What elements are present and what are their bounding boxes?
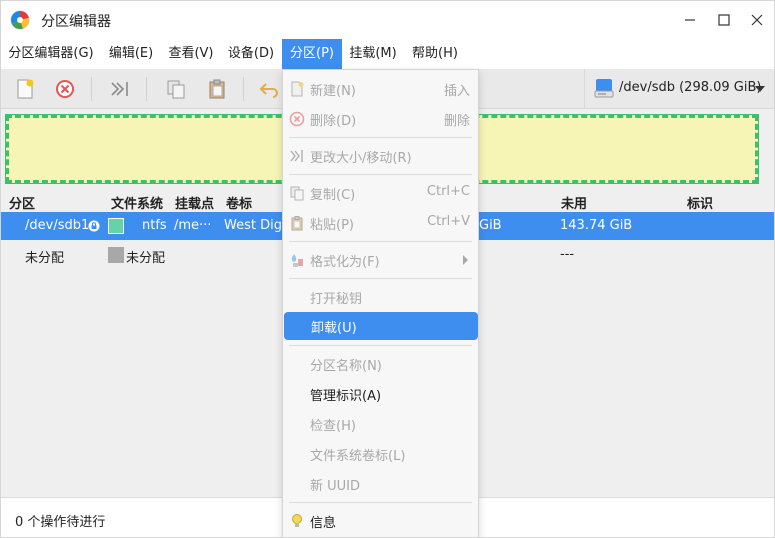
column-filesystem[interactable]: 文件系统 — [111, 193, 163, 212]
menu-edit[interactable]: 编辑(E) — [101, 39, 161, 69]
menu-separator — [289, 345, 472, 346]
partition-name: /dev/sdb1 — [25, 218, 90, 233]
close-button[interactable] — [747, 10, 767, 30]
menu-item-new[interactable]: 新建(N) 插入 — [283, 75, 478, 103]
undo-button[interactable] — [257, 77, 281, 101]
unused-value: --- — [560, 247, 575, 262]
delete-partition-button[interactable] — [53, 77, 77, 101]
pending-operations-text: 0 个操作待进行 — [15, 515, 106, 530]
menu-item-manage-flags[interactable]: 管理标识(A) — [283, 380, 478, 408]
menu-item-partition-name[interactable]: 分区名称(N) — [283, 350, 478, 378]
menu-item-filesystem-label[interactable]: 文件系统卷标(L) — [283, 440, 478, 468]
filesystem-color-swatch — [108, 218, 124, 234]
menu-view[interactable]: 查看(V) — [161, 39, 221, 69]
toolbar-separator — [146, 77, 147, 101]
label-value: West Digi — [224, 218, 286, 233]
menu-item-information[interactable]: 信息 — [283, 507, 478, 535]
menu-separator — [289, 174, 472, 175]
minimize-button[interactable] — [680, 10, 700, 30]
app-window: 分区编辑器 分区编辑器(G) 编辑(E) 查看(V) 设备(D) 分区(P) 挂… — [0, 0, 775, 538]
submenu-arrow-icon — [463, 255, 468, 265]
lightbulb-icon — [289, 513, 305, 529]
menu-item-open-key[interactable]: 打开秘钥 — [283, 283, 478, 311]
filesystem-color-swatch — [108, 247, 124, 263]
menu-item-paste[interactable]: 粘贴(P) Ctrl+V — [283, 209, 478, 237]
menu-item-check[interactable]: 检查(H) — [283, 410, 478, 438]
menu-separator — [289, 278, 472, 279]
used-value: GiB — [479, 218, 502, 233]
menu-partition[interactable]: 分区(P) — [282, 39, 342, 69]
resize-icon — [289, 148, 305, 164]
chevron-down-icon — [755, 86, 765, 92]
menu-bar: 分区编辑器(G) 编辑(E) 查看(V) 设备(D) 分区(P) 挂载(M) 帮… — [1, 39, 774, 69]
menu-item-format-as[interactable]: 格式化为(F) — [283, 246, 478, 274]
paste-icon — [209, 79, 225, 99]
filesystem-value: 未分配 — [126, 251, 166, 266]
device-selector[interactable]: /dev/sdb (298.09 GiB) — [584, 69, 774, 108]
menu-separator — [289, 502, 472, 503]
new-partition-button[interactable] — [13, 77, 37, 101]
title-bar: 分区编辑器 — [1, 1, 774, 39]
copy-button[interactable] — [164, 77, 188, 101]
menu-item-unmount[interactable]: 卸载(U) — [284, 312, 478, 340]
menu-item-copy[interactable]: 复制(C) Ctrl+C — [283, 179, 478, 207]
menu-separator — [289, 137, 472, 138]
toolbar-separator — [243, 77, 244, 101]
menu-item-new-uuid[interactable]: 新 UUID — [283, 470, 478, 498]
column-partition[interactable]: 分区 — [9, 193, 35, 212]
menu-item-delete[interactable]: 删除(D) 删除 — [283, 105, 478, 133]
minimize-icon — [685, 19, 695, 21]
mountpoint-value: /me··· — [174, 218, 212, 233]
device-label: /dev/sdb (298.09 GiB) — [619, 80, 762, 95]
paste-icon — [289, 215, 305, 231]
column-flags[interactable]: 标识 — [687, 193, 713, 212]
new-document-icon — [289, 81, 305, 97]
maximize-button[interactable] — [714, 10, 734, 30]
gparted-app-icon — [10, 10, 30, 30]
menu-separator — [289, 241, 472, 242]
menu-mount[interactable]: 挂载(M) — [342, 39, 404, 69]
menu-item-resize-move[interactable]: 更改大小/移动(R) — [283, 142, 478, 170]
harddisk-icon — [594, 79, 614, 98]
format-icon — [289, 252, 305, 268]
delete-icon — [289, 111, 305, 127]
resize-icon — [111, 82, 128, 96]
paste-button[interactable] — [205, 77, 229, 101]
copy-icon — [167, 80, 185, 99]
copy-icon — [289, 185, 305, 201]
resize-move-button[interactable] — [108, 77, 132, 101]
menu-gparted[interactable]: 分区编辑器(G) — [1, 39, 101, 69]
toolbar-separator — [91, 77, 92, 101]
delete-icon — [56, 80, 74, 98]
undo-icon — [259, 83, 278, 98]
menu-device[interactable]: 设备(D) — [221, 39, 281, 69]
filesystem-value: ntfs — [142, 218, 167, 233]
column-label[interactable]: 卷标 — [226, 193, 252, 212]
column-unused[interactable]: 未用 — [561, 193, 587, 212]
window-title: 分区编辑器 — [41, 14, 111, 30]
partition-menu-dropdown: 新建(N) 插入 删除(D) 删除 更改大小/移动(R) 复制(C) Ctrl+… — [282, 69, 479, 537]
lock-icon — [88, 220, 100, 232]
unused-value: 143.74 GiB — [560, 218, 633, 233]
new-document-icon — [17, 79, 34, 99]
partition-name: 未分配 — [25, 251, 65, 266]
maximize-icon — [718, 14, 730, 26]
menu-help[interactable]: 帮助(H) — [404, 39, 466, 69]
close-icon — [751, 14, 763, 26]
column-mountpoint[interactable]: 挂载点 — [175, 193, 214, 212]
